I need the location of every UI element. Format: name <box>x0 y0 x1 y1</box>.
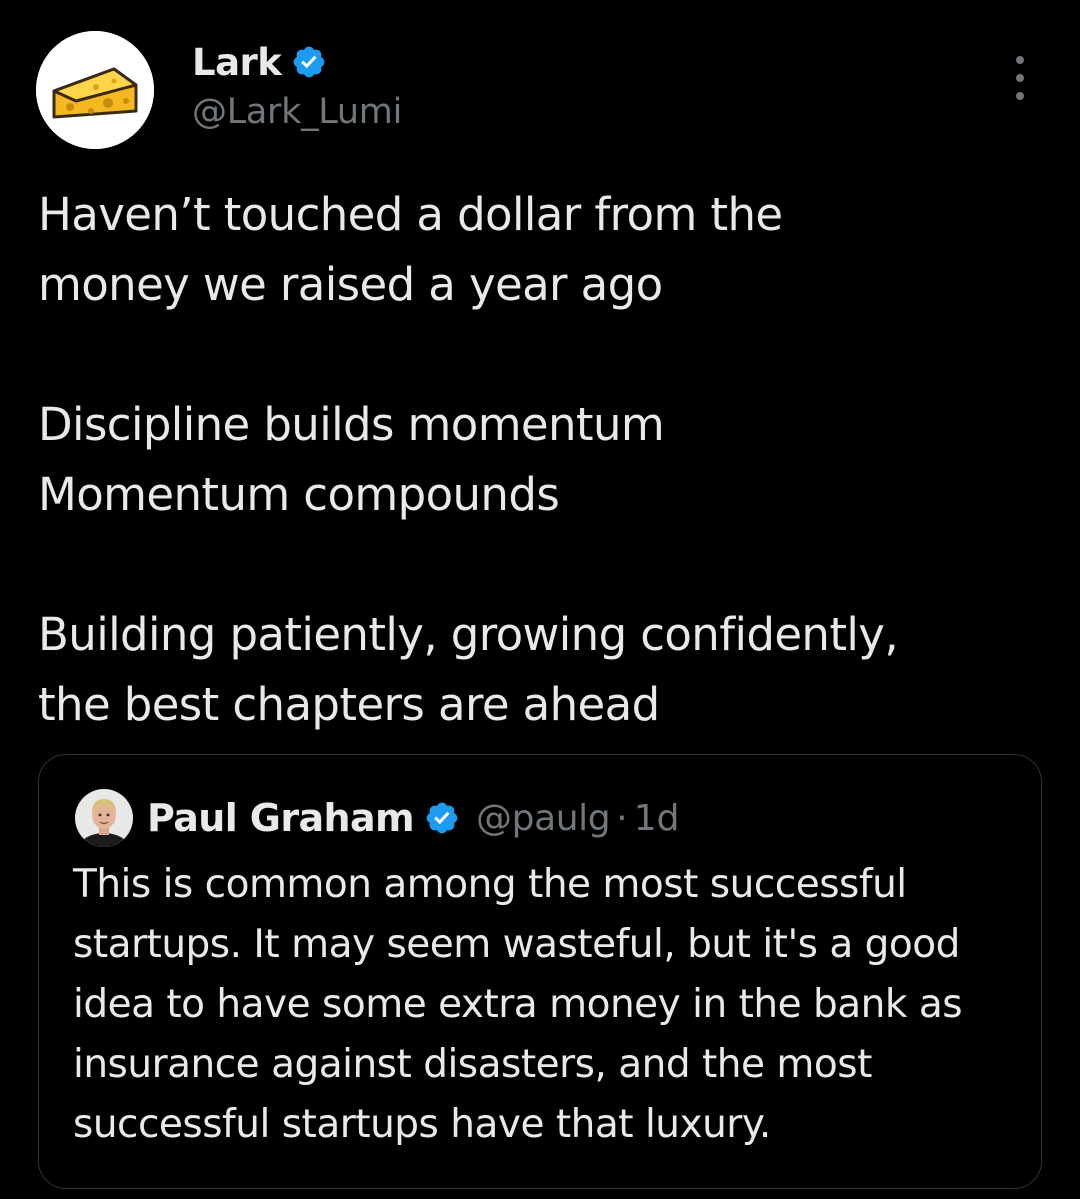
quoted-author-name[interactable]: Paul Graham <box>147 796 415 840</box>
author-avatar[interactable] <box>36 31 154 149</box>
quoted-author-handle[interactable]: @paulg <box>476 798 611 839</box>
quoted-tweet-timestamp[interactable]: 1d <box>634 798 680 839</box>
verified-badge-icon <box>291 44 327 80</box>
verified-badge-icon <box>424 800 460 836</box>
author-handle[interactable]: @Lark_Lumi <box>192 92 402 132</box>
tweet: Lark @Lark_Lumi Haven’t touched a dollar… <box>0 0 1080 1199</box>
person-avatar-icon <box>75 789 133 847</box>
tweet-paragraph: Building patiently, growing confidently,… <box>38 608 899 731</box>
quoted-author-avatar[interactable] <box>75 789 133 847</box>
quoted-tweet-card[interactable]: Paul Graham @paulg · 1d This is common a… <box>38 754 1042 1189</box>
more-options-button[interactable] <box>1000 56 1040 100</box>
quoted-tweet-header: Paul Graham @paulg · 1d <box>75 787 679 849</box>
tweet-paragraph: Discipline builds momentum Momentum comp… <box>38 398 665 521</box>
tweet-paragraph: Haven’t touched a dollar from the money … <box>38 188 783 311</box>
author-display-name[interactable]: Lark <box>192 41 282 84</box>
tweet-text: Haven’t touched a dollar from the money … <box>38 180 1048 740</box>
author-name-row[interactable]: Lark <box>192 38 327 86</box>
more-options-icon <box>1016 56 1024 64</box>
separator-dot: · <box>616 797 628 839</box>
quoted-tweet-text: This is common among the most successful… <box>73 862 963 1147</box>
cheese-icon <box>36 31 154 149</box>
